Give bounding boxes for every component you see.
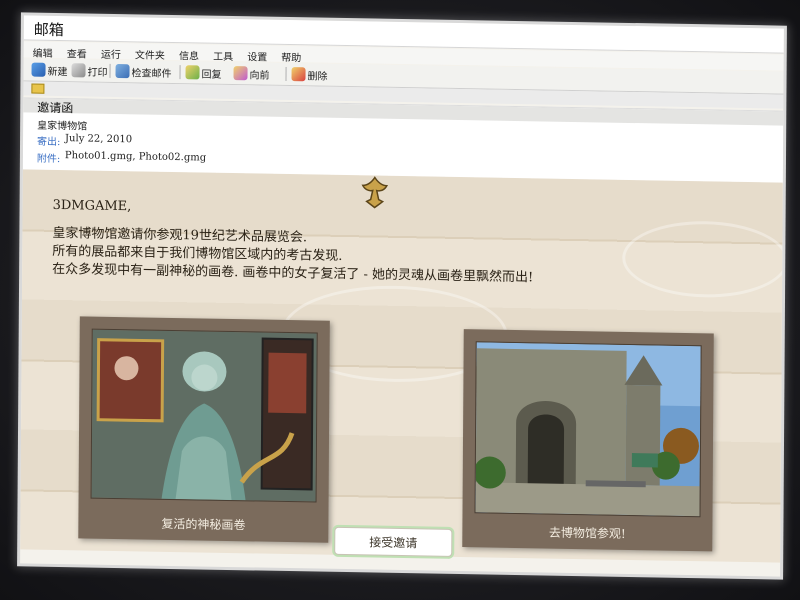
fleur-de-lis-icon: [361, 176, 388, 209]
reply-icon: [185, 65, 200, 80]
message-sender: 皇家博物馆: [37, 120, 88, 133]
delete-button[interactable]: 删除: [291, 66, 328, 83]
painting-photo: [90, 328, 318, 503]
delete-button-label: 删除: [307, 70, 328, 83]
attachment-label: 附件:: [36, 153, 61, 166]
card-caption: 去博物馆参观!: [548, 525, 626, 541]
accept-invitation-button[interactable]: 接受邀请: [334, 526, 453, 557]
check-mail-button[interactable]: 检查邮件: [115, 63, 172, 80]
print-button-label: 打印: [87, 67, 108, 79]
date-label: 寄出:: [37, 136, 61, 149]
letter-body: 3DMGAME, 皇家博物馆邀请你参观19世纪艺术品展览会. 所有的展品都来自于…: [20, 169, 784, 563]
printer-icon: [71, 63, 86, 78]
envelope-icon: [31, 83, 45, 94]
haunted-painting-image: [91, 329, 317, 502]
check-mail-icon: [115, 63, 130, 79]
forward-button-label: 向前: [249, 69, 270, 82]
card-caption: 复活的神秘画卷: [161, 516, 246, 533]
new-button-label: 新建: [47, 66, 68, 78]
toolbar-separator: [285, 66, 287, 81]
photo-card-painting[interactable]: 复活的神秘画卷: [78, 316, 330, 543]
forward-icon: [233, 66, 248, 81]
letter-greeting: 3DMGAME,: [52, 197, 132, 215]
photo-card-museum[interactable]: 去博物馆参观!: [462, 329, 714, 552]
attachment-list[interactable]: Photo01.gmg, Photo02.gmg: [65, 150, 206, 163]
forward-button[interactable]: 向前: [233, 65, 270, 82]
museum-castle-image: [474, 342, 701, 517]
window-title: 邮箱: [33, 20, 64, 40]
museum-photo: [474, 341, 702, 518]
new-mail-icon: [31, 62, 46, 77]
print-button[interactable]: 打印: [71, 62, 108, 79]
toolbar-separator: [109, 63, 111, 78]
message-subject: 邀请函: [37, 100, 74, 116]
decorative-swirl: [622, 219, 784, 299]
reply-button-label: 回复: [201, 68, 222, 81]
check-mail-label: 检查邮件: [131, 67, 172, 80]
toolbar-separator: [179, 65, 181, 80]
message-date: July 22, 2010: [65, 133, 133, 146]
delete-icon: [291, 67, 306, 82]
letter-line-3: 在众多发现中有一副神秘的画卷. 画卷中的女子复活了 - 她的灵魂从画卷里飘然而出…: [52, 261, 534, 286]
reply-button[interactable]: 回复: [185, 64, 222, 81]
mail-window: 邮箱 编辑 查看 运行 文件夹 信息 工具 设置 帮助 新建 打印 检查邮件 回…: [20, 15, 784, 577]
new-button[interactable]: 新建: [31, 62, 68, 79]
